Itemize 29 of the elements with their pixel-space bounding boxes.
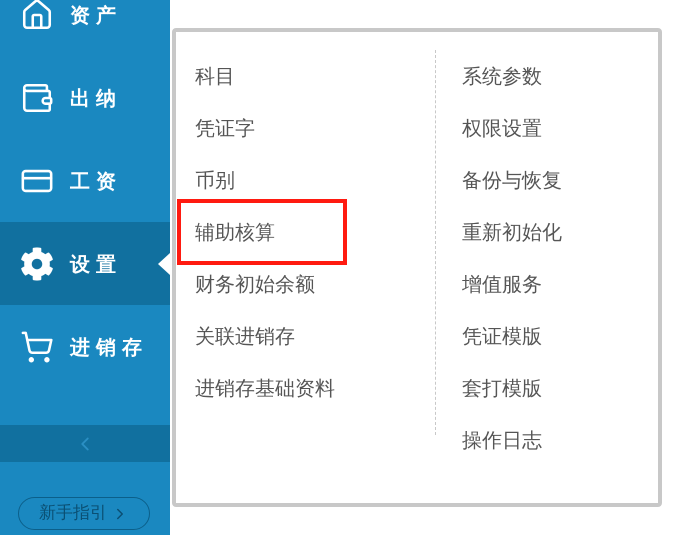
menu-item[interactable]: 进销存基础资料 — [195, 378, 335, 398]
sidebar-label: 资产 — [70, 2, 122, 28]
menu-item[interactable]: 关联进销存 — [195, 326, 295, 346]
menu-item[interactable]: 凭证模版 — [462, 326, 542, 346]
menu-item[interactable]: 凭证字 — [195, 118, 255, 138]
menu-item[interactable]: 备份与恢复 — [462, 170, 562, 190]
menu-item[interactable]: 权限设置 — [462, 118, 542, 138]
menu-item[interactable]: 增值服务 — [462, 274, 542, 294]
sidebar-label: 进销存 — [70, 334, 148, 360]
menu-item[interactable]: 操作日志 — [462, 430, 542, 450]
gear-icon — [20, 246, 54, 280]
cart-icon — [20, 330, 54, 364]
sidebar-item[interactable]: 工资 — [0, 139, 170, 222]
menu-item[interactable]: 科目 — [195, 66, 235, 86]
sidebar-item[interactable]: 资产 — [0, 0, 170, 56]
menu-item[interactable]: 财务初始余额 — [195, 274, 315, 294]
sidebar-item[interactable]: 设置 — [0, 222, 170, 305]
sidebar-item[interactable]: 出纳 — [0, 56, 170, 139]
menu-item[interactable]: 重新初始化 — [462, 222, 562, 242]
sidebar-label: 设置 — [70, 250, 122, 278]
menu-item[interactable]: 辅助核算 — [177, 199, 347, 265]
sidebar-label: 出纳 — [70, 84, 122, 112]
menu-item[interactable]: 系统参数 — [462, 66, 542, 86]
menu-item[interactable]: 套打模版 — [462, 378, 542, 398]
menu-item[interactable]: 币别 — [195, 170, 235, 190]
sidebar-label: 工资 — [70, 168, 122, 194]
collapse-bar[interactable] — [0, 425, 170, 462]
house-icon — [20, 0, 54, 32]
sidebar-item[interactable]: 进销存 — [0, 305, 170, 388]
